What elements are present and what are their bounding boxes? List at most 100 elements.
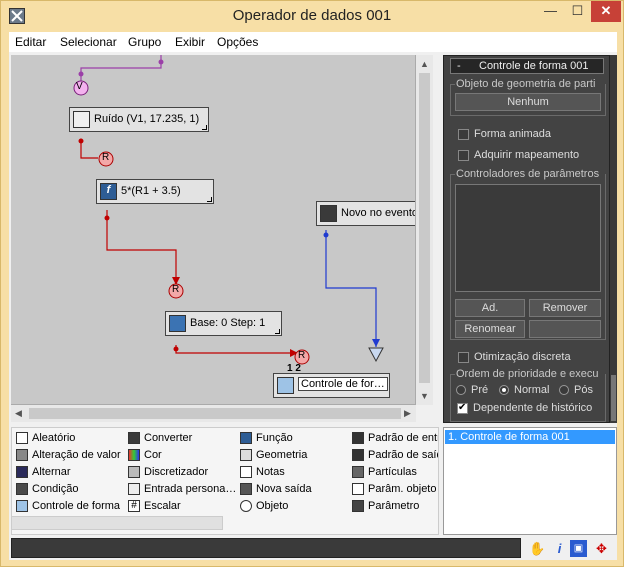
- node-function[interactable]: f 5*(R1 + 3.5): [96, 179, 214, 204]
- node-canvas[interactable]: V R R R Ruído (V1, 17.235, 1) f 5*(R1 + …: [11, 55, 416, 405]
- shape-icon: [277, 377, 294, 394]
- menu-selecionar[interactable]: Selecionar: [60, 35, 117, 49]
- rename-field[interactable]: [529, 320, 601, 338]
- function-icon: f: [100, 183, 117, 200]
- node-function-label: 5*(R1 + 3.5): [121, 185, 181, 197]
- node-new-event[interactable]: Novo no evento: [316, 201, 416, 226]
- r-port-3: R: [298, 350, 306, 361]
- input-pattern-icon: [352, 432, 364, 444]
- radio-pos[interactable]: [559, 385, 569, 395]
- node-shape-label: Controle de for…: [298, 377, 388, 391]
- remove-button[interactable]: Remover: [529, 299, 601, 317]
- window: Operador de dados 001 — ☐ ✕ Editar Selec…: [0, 0, 624, 567]
- output-pattern-icon: [352, 449, 364, 461]
- scale-icon: [169, 315, 186, 332]
- geometry-group: Objeto de geometria de parti Nenhum: [450, 78, 606, 116]
- event-list-item[interactable]: 1. Controle de forma 001: [445, 430, 615, 444]
- node-shape-control[interactable]: Controle de for…: [273, 373, 390, 398]
- menu-opcoes[interactable]: Opções: [217, 35, 258, 49]
- menu-editar[interactable]: Editar: [15, 35, 46, 49]
- scroll-down-icon[interactable]: ▼: [420, 391, 429, 401]
- status-bar: [11, 538, 521, 558]
- canvas-vscrollbar[interactable]: ▲ ▼: [416, 55, 433, 405]
- custom-input-icon: [128, 483, 140, 495]
- menu-grupo[interactable]: Grupo: [128, 35, 161, 49]
- acquire-mapping-checkbox[interactable]: [458, 150, 469, 161]
- add-button[interactable]: Ad.: [455, 299, 525, 317]
- minimize-button[interactable]: —: [537, 1, 564, 22]
- panel-scroll-thumb[interactable]: [611, 375, 616, 421]
- r-port-1: R: [102, 152, 110, 163]
- radio-pre[interactable]: [456, 385, 466, 395]
- node-scale[interactable]: Base: 0 Step: 1: [165, 311, 282, 336]
- acquire-mapping-label: Adquirir mapeamento: [474, 149, 580, 161]
- convert-icon: [128, 432, 140, 444]
- scroll-right-icon[interactable]: ▶: [404, 408, 411, 419]
- object-param-icon: [352, 483, 364, 495]
- properties-panel: - Controle de forma 001 Objeto de geomet…: [443, 55, 610, 423]
- window-title: Operador de dados 001: [232, 7, 392, 24]
- radio-pre-label: Pré: [471, 384, 489, 396]
- notes-icon: [240, 466, 252, 478]
- move-icon[interactable]: ✥: [593, 540, 610, 557]
- priority-group-title: Ordem de prioridade e execu: [455, 368, 605, 380]
- scroll-up-icon[interactable]: ▲: [420, 59, 429, 69]
- priority-group: Ordem de prioridade e execu Pré Normal P…: [450, 368, 606, 422]
- param-controllers-group: Controladores de parâmetros Ad. Remover …: [450, 168, 606, 340]
- node-event-label: Novo no evento: [341, 207, 416, 219]
- panel-scrollbar[interactable]: [610, 55, 617, 423]
- none-button[interactable]: Nenhum: [455, 93, 601, 111]
- history-dependent-checkbox[interactable]: [457, 402, 468, 414]
- close-button[interactable]: ✕: [591, 1, 621, 22]
- toggle-icon: [16, 466, 28, 478]
- wire-red-2: [106, 210, 177, 285]
- condition-icon: [16, 483, 28, 495]
- rollout-toggle[interactable]: -: [457, 60, 461, 72]
- vscroll-thumb[interactable]: [419, 73, 430, 383]
- event-list[interactable]: 1. Controle de forma 001: [443, 427, 617, 535]
- fit-view-icon[interactable]: ▣: [570, 540, 587, 557]
- hand-icon[interactable]: ✋: [529, 540, 546, 557]
- radio-pos-label: Pós: [574, 384, 593, 396]
- discrete-opt-checkbox[interactable]: [458, 352, 469, 363]
- wire-blue: [325, 230, 377, 347]
- history-dependent-label: Dependente de histórico: [473, 402, 593, 414]
- random-icon: [16, 432, 28, 444]
- wire-red-3: [175, 345, 294, 354]
- rollout-title: Controle de forma 001: [479, 60, 589, 72]
- animated-shape-checkbox[interactable]: [458, 129, 469, 140]
- palette-scrollbar[interactable]: [11, 516, 223, 530]
- function-op-icon: [240, 432, 252, 444]
- new-output-icon: [240, 483, 252, 495]
- event-icon: [320, 205, 337, 222]
- scroll-left-icon[interactable]: ◀: [15, 408, 22, 419]
- menu-exibir[interactable]: Exibir: [175, 35, 205, 49]
- scale-op-icon: #: [128, 500, 140, 512]
- v-port-label: V: [76, 81, 83, 92]
- rollout-header[interactable]: - Controle de forma 001: [450, 58, 604, 74]
- client-area: V R R R Ruído (V1, 17.235, 1) f 5*(R1 + …: [9, 52, 617, 560]
- rename-button[interactable]: Renomear: [455, 320, 525, 338]
- radio-normal[interactable]: [499, 385, 509, 395]
- shape-control-icon: [16, 500, 28, 512]
- canvas-hscrollbar[interactable]: ◀ ▶: [11, 405, 416, 422]
- node-noise[interactable]: Ruído (V1, 17.235, 1): [69, 107, 209, 132]
- radio-normal-label: Normal: [514, 384, 550, 396]
- wire-purple: [80, 55, 162, 81]
- particles-icon: [352, 466, 364, 478]
- param-controllers-list[interactable]: [455, 184, 601, 292]
- geometry-group-title: Objeto de geometria de parti: [455, 78, 605, 90]
- hscroll-thumb[interactable]: [29, 408, 401, 419]
- node-noise-label: Ruído (V1, 17.235, 1): [94, 113, 200, 125]
- animated-shape-label: Forma animada: [474, 128, 552, 140]
- maximize-button[interactable]: ☐: [564, 1, 591, 22]
- title-bar: Operador de dados 001 — ☐ ✕: [1, 1, 623, 31]
- geometry-icon: [240, 449, 252, 461]
- menu-bar: Editar Selecionar Grupo Exibir Opções: [9, 32, 617, 52]
- param-controllers-title: Controladores de parâmetros: [455, 168, 605, 180]
- info-icon[interactable]: i: [551, 540, 568, 557]
- dice-icon: [73, 111, 90, 128]
- object-icon: [240, 500, 252, 512]
- parameter-icon: [352, 500, 364, 512]
- node-scale-label: Base: 0 Step: 1: [190, 317, 266, 329]
